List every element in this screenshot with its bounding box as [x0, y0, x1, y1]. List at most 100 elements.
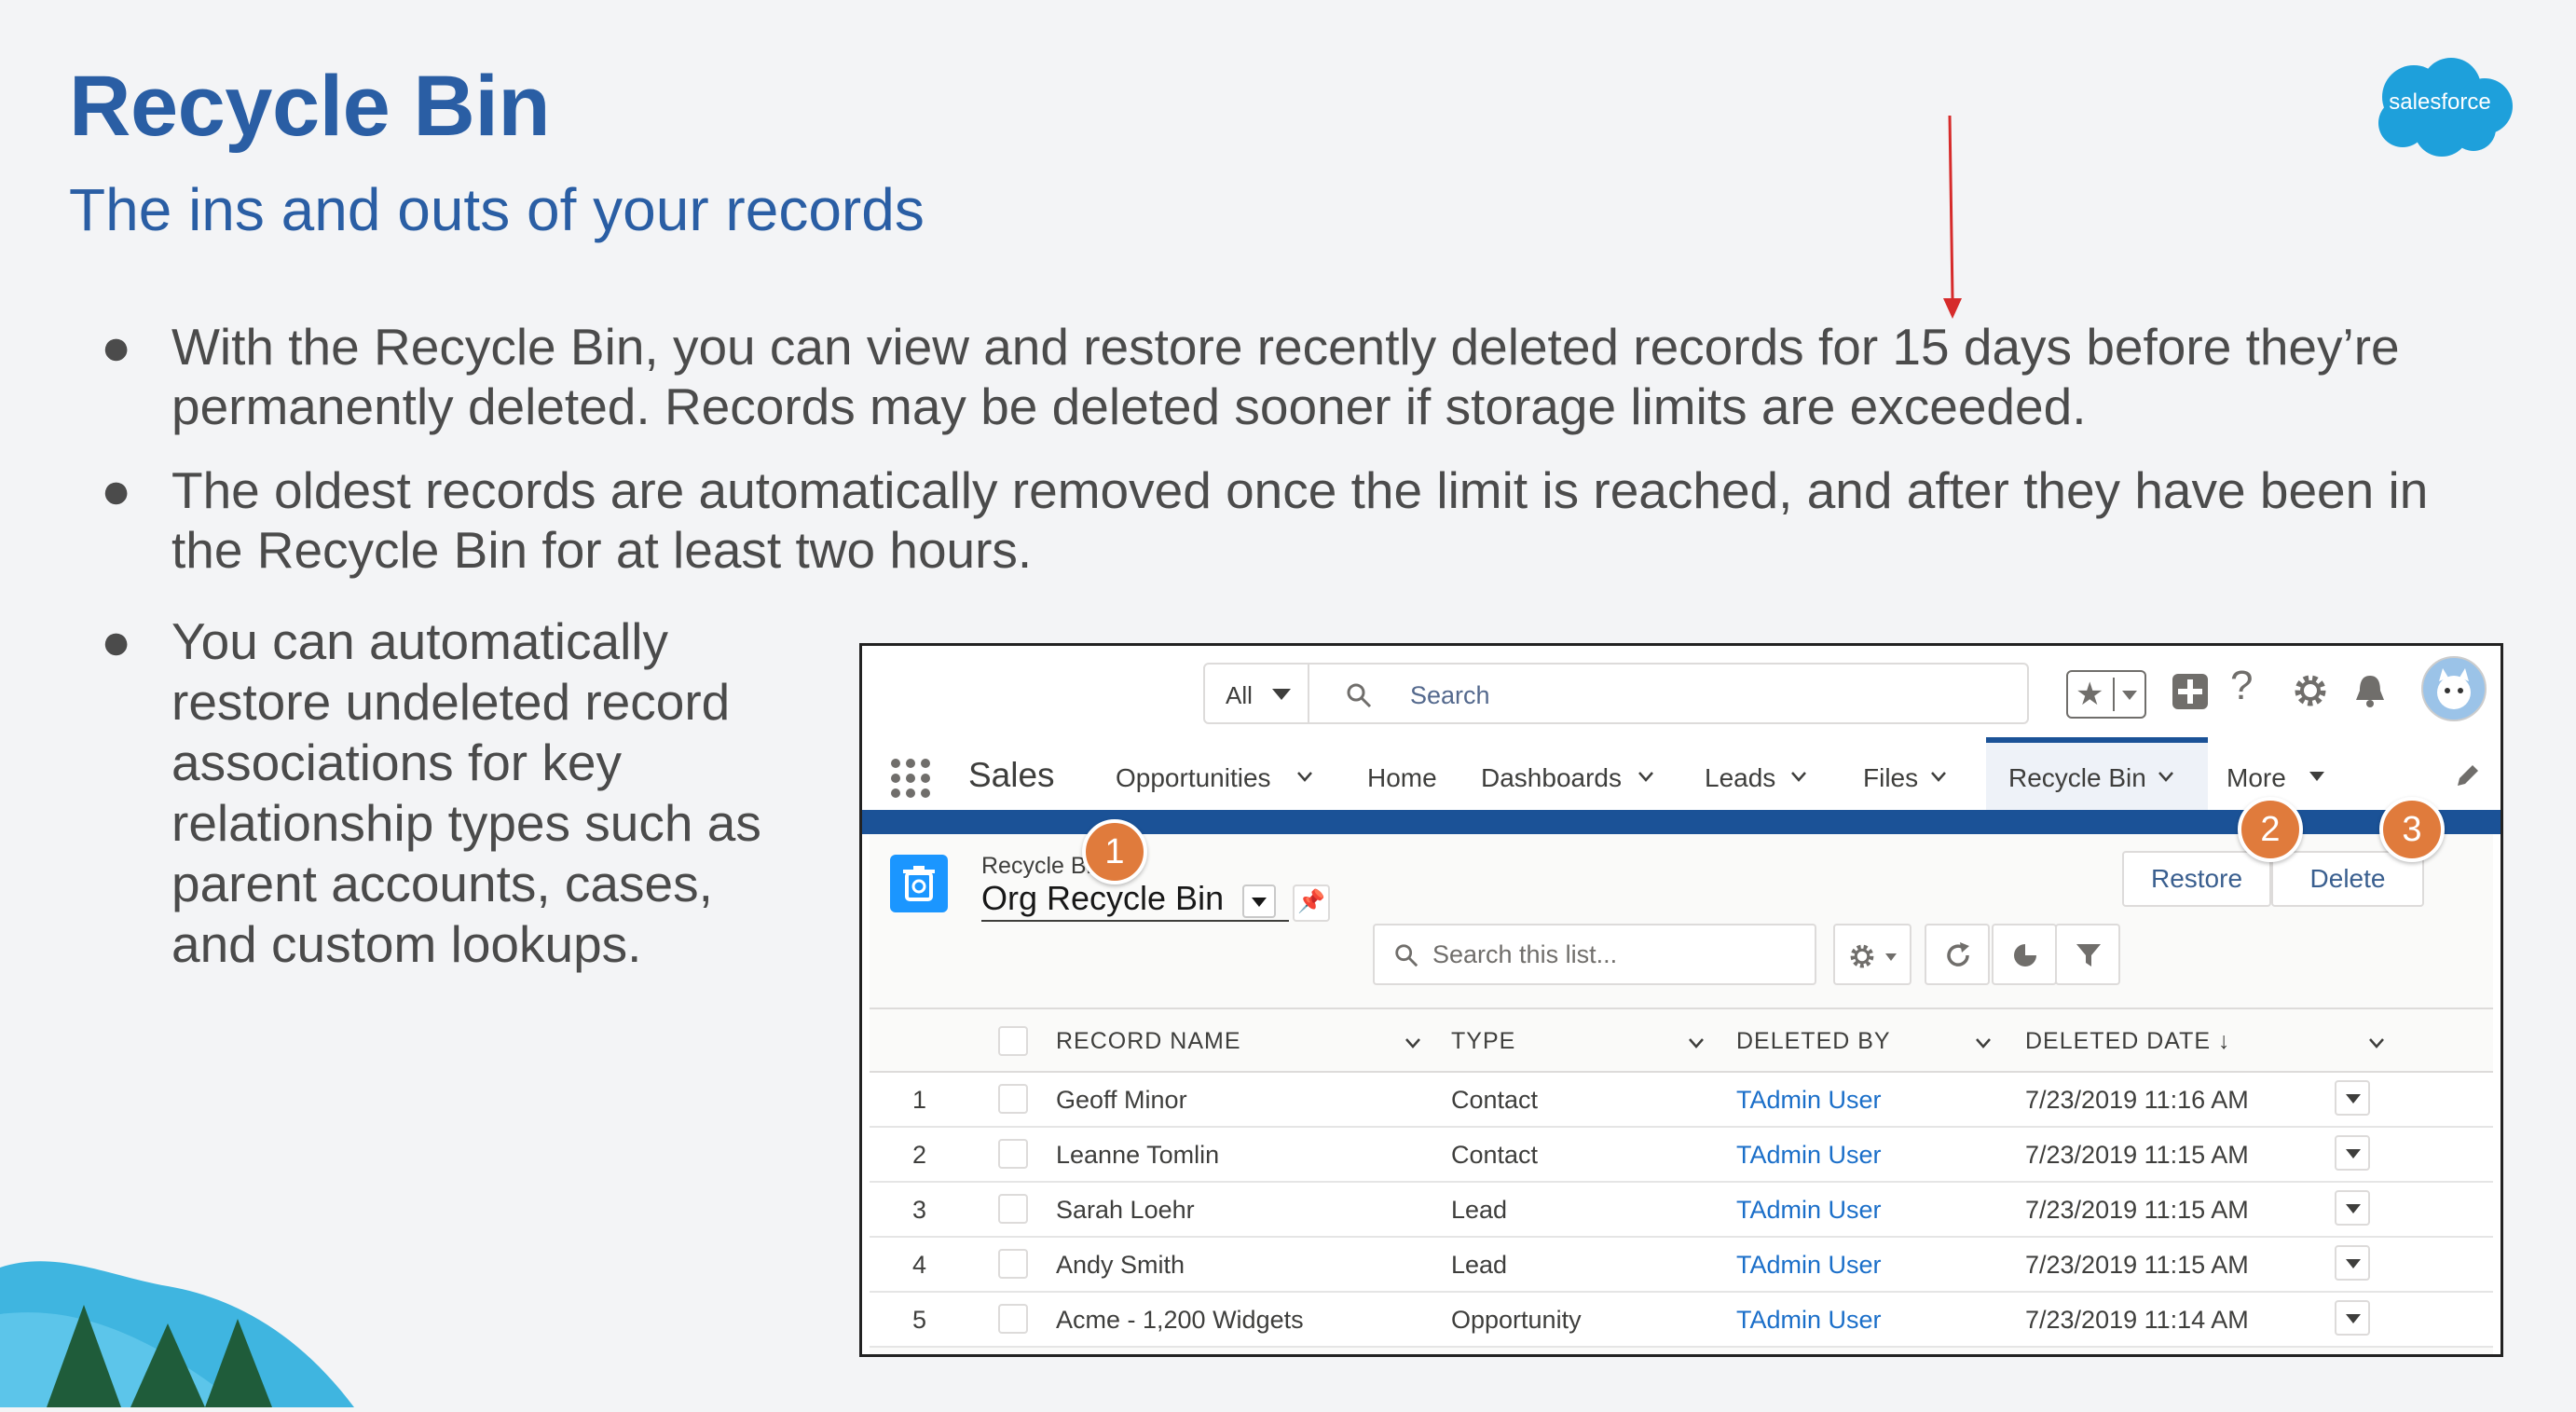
gear-icon[interactable] — [2292, 672, 2329, 709]
add-icon[interactable] — [2171, 672, 2210, 711]
bullet-line: and custom lookups. — [171, 915, 642, 973]
nav-item-dashboards[interactable]: Dashboards — [1481, 763, 1622, 793]
chevron-down-icon — [2122, 691, 2137, 700]
row-checkbox[interactable] — [998, 1139, 1028, 1169]
row-checkbox[interactable] — [998, 1194, 1028, 1224]
column-deleted-date[interactable]: DELETED DATE ↓ — [2025, 1028, 2231, 1055]
recycle-bin-icon — [890, 855, 948, 912]
chevron-down-icon[interactable] — [1637, 771, 1654, 782]
table-row[interactable]: 5 Acme - 1,200 Widgets Opportunity TAdmi… — [870, 1293, 2493, 1348]
charts-button[interactable] — [1992, 924, 2057, 985]
row-action-menu[interactable] — [2335, 1245, 2370, 1281]
deleted-date: 7/23/2019 11:16 AM — [2025, 1086, 2249, 1114]
bullet-line: permanently deleted. Records may be dele… — [171, 377, 2087, 435]
chevron-down-icon[interactable] — [1930, 771, 1947, 782]
deleted-date: 7/23/2019 11:15 AM — [2025, 1251, 2249, 1279]
list-view-name[interactable]: Org Recycle Bin — [981, 879, 1224, 918]
row-action-menu[interactable] — [2335, 1190, 2370, 1226]
table-row[interactable]: 2 Leanne Tomlin Contact TAdmin User 7/23… — [870, 1128, 2493, 1183]
filter-button[interactable] — [2055, 924, 2120, 985]
nav-item-leads[interactable]: Leads — [1705, 763, 1775, 793]
table-header: RECORD NAME TYPE DELETED BY DELETED DATE… — [870, 1008, 2493, 1073]
bullet-dot: ● — [101, 461, 132, 519]
recycle-bin-screenshot: All Search ★ ? Sales Opportunities Home … — [859, 643, 2503, 1357]
chevron-down-icon[interactable] — [2309, 771, 2325, 782]
row-checkbox[interactable] — [998, 1304, 1028, 1334]
salesforce-logo: salesforce — [2365, 52, 2514, 158]
app-name: Sales — [968, 756, 1055, 794]
trees-illustration — [0, 1249, 391, 1407]
bullet-dot: ● — [101, 318, 132, 376]
restore-button[interactable]: Restore — [2122, 851, 2271, 907]
record-name: Sarah Loehr — [1056, 1196, 1195, 1224]
select-all-checkbox[interactable] — [998, 1026, 1028, 1056]
list-view-dropdown[interactable] — [1242, 884, 1276, 918]
list-search-input[interactable]: Search this list... — [1373, 924, 1816, 985]
chevron-down-icon[interactable] — [1296, 771, 1313, 782]
callout-badge-3: 3 — [2379, 797, 2445, 862]
bullet-item: ● The oldest records are automatically r… — [101, 460, 2520, 580]
global-search-bar[interactable]: All Search — [1203, 663, 2029, 724]
slide-title: Recycle Bin — [69, 59, 551, 154]
refresh-button[interactable] — [1925, 924, 1990, 985]
chevron-down-icon[interactable] — [2158, 771, 2174, 782]
search-icon — [1347, 683, 1372, 708]
row-action-menu[interactable] — [2335, 1135, 2370, 1171]
nav-item-home[interactable]: Home — [1367, 763, 1437, 793]
column-type[interactable]: TYPE — [1451, 1028, 1515, 1055]
logo-text: salesforce — [2389, 89, 2491, 115]
nav-item-files[interactable]: Files — [1863, 763, 1918, 793]
row-checkbox[interactable] — [998, 1249, 1028, 1279]
pin-icon[interactable]: 📌 — [1293, 884, 1330, 922]
record-type: Contact — [1451, 1141, 1539, 1169]
row-action-menu[interactable] — [2335, 1300, 2370, 1336]
row-number: 2 — [912, 1141, 927, 1169]
bullet-line: The oldest records are automatically rem… — [171, 461, 2429, 519]
record-name: Leanne Tomlin — [1056, 1141, 1220, 1169]
chevron-down-icon — [1272, 689, 1291, 700]
annotation-arrow — [1939, 112, 1966, 322]
chevron-down-icon[interactable] — [1688, 1037, 1705, 1049]
row-checkbox[interactable] — [998, 1084, 1028, 1114]
deleted-by-link[interactable]: TAdmin User — [1736, 1086, 1882, 1115]
search-input[interactable]: Search — [1410, 681, 1490, 710]
record-name: Andy Smith — [1056, 1251, 1185, 1279]
deleted-by-link[interactable]: TAdmin User — [1736, 1251, 1882, 1280]
table-row[interactable]: 4 Andy Smith Lead TAdmin User 7/23/2019 … — [870, 1238, 2493, 1293]
row-number: 4 — [912, 1251, 927, 1279]
deleted-by-link[interactable]: TAdmin User — [1736, 1196, 1882, 1225]
bullet-line: With the Recycle Bin, you can view and r… — [171, 318, 2400, 376]
favorites-button[interactable]: ★ — [2066, 670, 2146, 719]
chevron-down-icon[interactable] — [1404, 1037, 1421, 1049]
nav-item-recycle-bin[interactable]: Recycle Bin — [2008, 763, 2146, 793]
deleted-by-link[interactable]: TAdmin User — [1736, 1306, 1882, 1335]
nav-item-more[interactable]: More — [2227, 763, 2286, 793]
app-launcher-icon[interactable] — [890, 758, 931, 799]
search-icon — [1395, 944, 1418, 967]
chevron-down-icon[interactable] — [1790, 771, 1807, 782]
record-type: Opportunity — [1451, 1306, 1582, 1334]
star-icon: ★ — [2076, 677, 2104, 712]
bullet-line: the Recycle Bin for at least two hours. — [171, 521, 1033, 579]
row-number: 1 — [912, 1086, 927, 1114]
column-record-name[interactable]: RECORD NAME — [1056, 1028, 1241, 1055]
nav-item-opportunities[interactable]: Opportunities — [1116, 763, 1271, 793]
edit-nav-icon[interactable] — [2454, 761, 2482, 789]
deleted-by-link[interactable]: TAdmin User — [1736, 1141, 1882, 1170]
list-settings-button[interactable] — [1833, 924, 1911, 985]
deleted-date: 7/23/2019 11:14 AM — [2025, 1306, 2249, 1334]
record-type: Lead — [1451, 1196, 1508, 1224]
avatar[interactable] — [2420, 655, 2487, 722]
callout-badge-1: 1 — [1082, 819, 1147, 884]
help-icon[interactable]: ? — [2230, 663, 2253, 709]
bell-icon[interactable] — [2351, 672, 2389, 709]
table-row[interactable]: 3 Sarah Loehr Lead TAdmin User 7/23/2019… — [870, 1183, 2493, 1238]
record-type: Contact — [1451, 1086, 1539, 1114]
chevron-down-icon[interactable] — [2368, 1037, 2385, 1049]
row-action-menu[interactable] — [2335, 1080, 2370, 1116]
table-row[interactable]: 1 Geoff Minor Contact TAdmin User 7/23/2… — [870, 1073, 2493, 1128]
search-scope-select[interactable]: All — [1205, 665, 1309, 722]
column-deleted-by[interactable]: DELETED BY — [1736, 1028, 1891, 1055]
bullet-line: restore undeleted record — [171, 673, 731, 731]
chevron-down-icon[interactable] — [1975, 1037, 1992, 1049]
